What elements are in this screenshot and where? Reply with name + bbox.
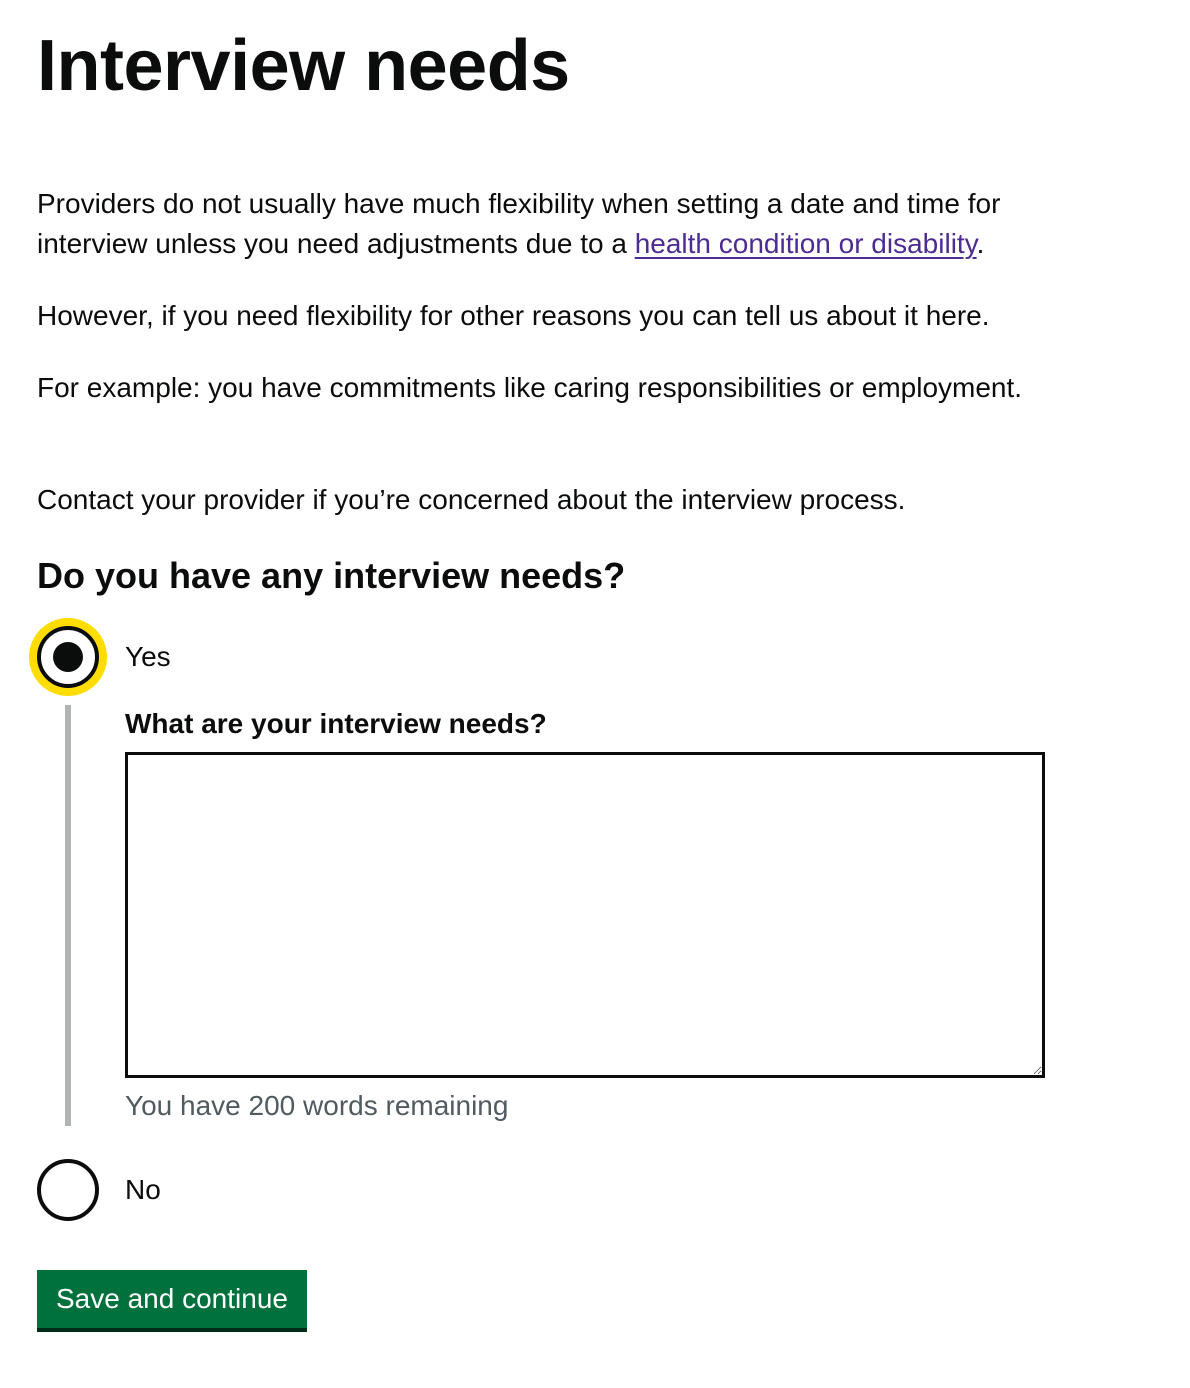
intro-text-after-link: . — [976, 228, 985, 259]
question-heading: Do you have any interview needs? — [37, 555, 626, 596]
intro-paragraph-1: Providers do not usually have much flexi… — [37, 184, 1067, 264]
radio-no-label[interactable]: No — [125, 1170, 161, 1210]
page-title: Interview needs — [37, 26, 570, 106]
radio-yes-label[interactable]: Yes — [125, 637, 171, 677]
intro-paragraph-2: However, if you need flexibility for oth… — [37, 300, 990, 331]
radio-yes[interactable] — [37, 626, 99, 688]
radio-selected-dot-icon — [53, 642, 83, 672]
interview-needs-textarea[interactable] — [125, 752, 1045, 1078]
conditional-reveal-bar — [65, 705, 71, 1126]
radio-no[interactable] — [37, 1159, 99, 1221]
interview-needs-label: What are your interview needs? — [125, 708, 547, 739]
health-condition-link[interactable]: health condition or disability — [635, 228, 977, 259]
word-count-hint: You have 200 words remaining — [125, 1090, 509, 1121]
save-and-continue-button[interactable]: Save and continue — [37, 1270, 307, 1328]
intro-paragraph-3: For example: you have commitments like c… — [37, 372, 1023, 403]
intro-paragraph-4: Contact your provider if you’re concerne… — [37, 484, 906, 515]
